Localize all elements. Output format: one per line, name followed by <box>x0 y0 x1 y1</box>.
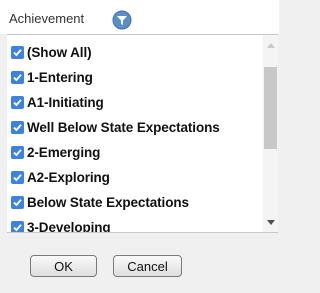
checkbox[interactable] <box>11 170 24 184</box>
dialog-footer: OK Cancel <box>0 232 279 293</box>
vertical-scrollbar[interactable] <box>263 35 278 232</box>
checkbox[interactable] <box>11 70 24 84</box>
list-item[interactable]: Well Below State Expectations <box>11 117 263 137</box>
list-item[interactable]: A1-Initiating <box>11 92 263 112</box>
filter-icon[interactable] <box>112 10 132 30</box>
list-item-label: Below State Expectations <box>27 194 189 210</box>
checkbox-list-panel: (Show All) 1-Entering A1-Initiating Well… <box>7 34 278 233</box>
list-item[interactable]: A2-Exploring <box>11 167 263 187</box>
scroll-up-arrow-icon[interactable] <box>263 38 278 52</box>
list-item[interactable]: 1-Entering <box>11 67 263 87</box>
column-title: Achievement <box>9 11 85 26</box>
list-item-label: 3-Developing <box>27 219 111 233</box>
checkbox[interactable] <box>11 195 24 209</box>
list-item[interactable]: 2-Emerging <box>11 142 263 162</box>
list-item-label: A2-Exploring <box>27 169 110 185</box>
list-item-label: (Show All) <box>27 44 92 60</box>
checkbox[interactable] <box>11 95 24 109</box>
list-item-label: Well Below State Expectations <box>27 119 220 135</box>
list-item[interactable]: (Show All) <box>11 42 263 62</box>
filter-header: Achievement <box>0 0 279 34</box>
ok-button[interactable]: OK <box>30 255 97 277</box>
scrollbar-thumb[interactable] <box>264 67 277 149</box>
checkbox[interactable] <box>11 145 24 159</box>
cancel-button[interactable]: Cancel <box>113 255 182 277</box>
list-item-label: 1-Entering <box>27 69 93 85</box>
checkbox[interactable] <box>11 120 24 134</box>
list-item-label: A1-Initiating <box>27 94 104 110</box>
list-item-label: 2-Emerging <box>27 144 101 160</box>
list-item[interactable]: 3-Developing <box>11 217 263 233</box>
list-item[interactable]: Below State Expectations <box>11 192 263 212</box>
scroll-down-arrow-icon[interactable] <box>263 215 278 229</box>
checkbox[interactable] <box>11 45 24 59</box>
